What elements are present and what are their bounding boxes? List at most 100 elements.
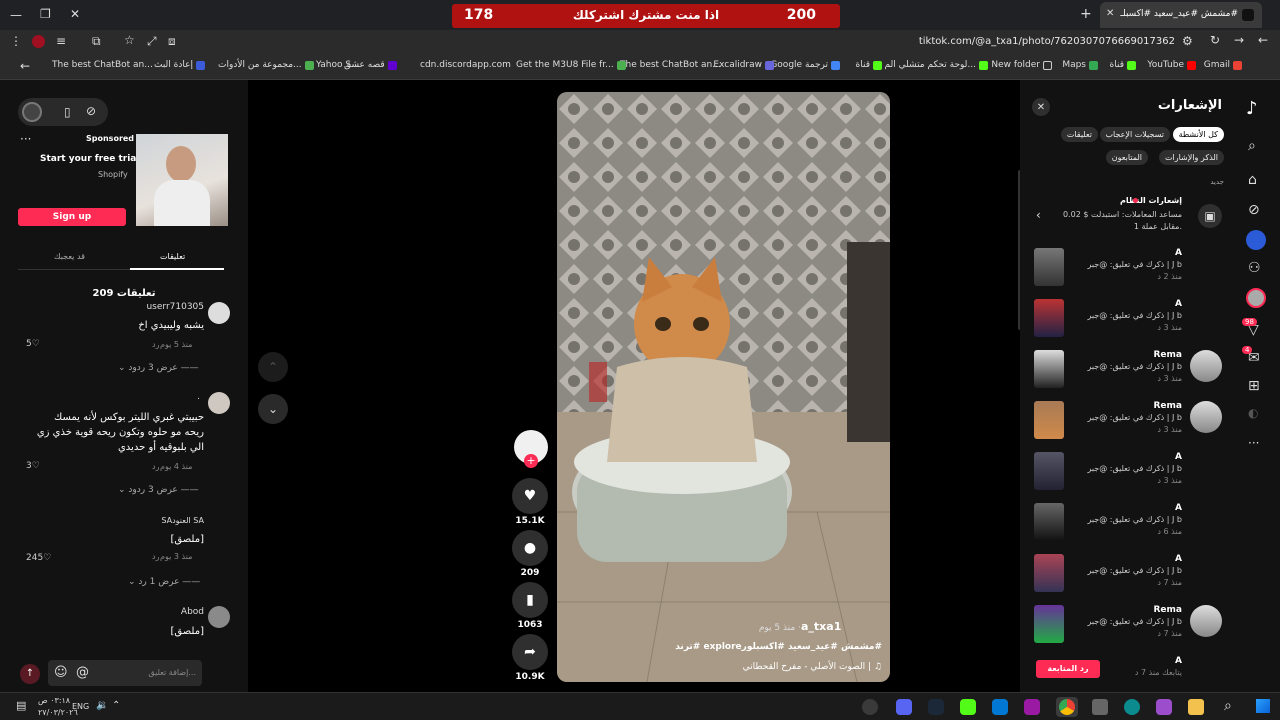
star-icon[interactable]: ☆ [124, 33, 135, 47]
start-icon[interactable] [1256, 699, 1270, 713]
restore-icon[interactable]: ❐ [40, 7, 51, 21]
chrome-taskbar-button[interactable] [1056, 697, 1078, 717]
emoji-icon[interactable]: ☺ [54, 665, 68, 680]
filter-mentions[interactable]: الذكر والإشارات [1158, 150, 1224, 165]
back-icon[interactable]: ← [1258, 33, 1268, 47]
bookmark-item[interactable]: Google ترجمة [770, 60, 840, 70]
active-tab[interactable]: ✕ #مشمش #عيد_سعيد #اكسبلـ... [1100, 2, 1262, 28]
bookmark-item[interactable]: مجموعة من الأدوات... [218, 60, 314, 70]
notification-item[interactable]: Rema ذكرك في تعليق: @جبر | J b منذ 7 د [1020, 605, 1236, 655]
commenter-avatar[interactable] [208, 392, 230, 414]
home-icon[interactable]: ⌂ [1248, 172, 1257, 188]
clock-time[interactable]: ٠٣:١٨ ص [38, 696, 70, 705]
toggle-icon[interactable] [22, 102, 42, 122]
comment-like-count[interactable]: 245♡ [26, 553, 51, 563]
notification-item[interactable]: A ذكرك في تعليق: @جبر | J b منذ 3 د [1020, 299, 1236, 349]
copilot-icon[interactable] [1156, 699, 1172, 715]
comment-button[interactable]: ● [512, 530, 548, 566]
view-replies[interactable]: ⌄ عرض 1 رد —— [128, 577, 200, 587]
explore-icon[interactable]: ⊘ [1248, 202, 1260, 218]
tiktok-logo-icon[interactable]: ♪ [1246, 98, 1258, 119]
like-button[interactable]: ♥ [512, 478, 548, 514]
mention-icon[interactable]: @ [76, 665, 89, 680]
close-notifications-icon[interactable]: ✕ [1032, 98, 1050, 116]
media-app-icon[interactable] [1024, 699, 1040, 715]
comment-like-count[interactable]: 5♡ [26, 339, 40, 349]
forward-icon[interactable]: → [1234, 33, 1244, 47]
bookmark-item[interactable]: Maps [1062, 60, 1098, 70]
volume-icon[interactable]: 🔉 [96, 700, 108, 711]
tab-you-may-like[interactable]: قد يعجبك [54, 252, 85, 261]
edge-icon[interactable] [1124, 699, 1140, 715]
notification-item[interactable]: A ذكرك في تعليق: @جبر | J b منذ 6 د [1020, 503, 1236, 553]
calculator-icon[interactable] [1092, 699, 1108, 715]
filter-followers[interactable]: المتابعون [1105, 150, 1148, 165]
bookmark-item[interactable]: Yahoo S... [316, 60, 360, 70]
follow-notification[interactable]: A يتابعك منذ 7 د رد المتابعة [1020, 656, 1236, 686]
bookmark-item[interactable]: Get the M3U8 File fr... [516, 60, 626, 70]
notification-item[interactable]: A ذكرك في تعليق: @جبر | J b منذ 7 د [1020, 554, 1236, 604]
phone-icon[interactable]: ▯ [64, 105, 71, 119]
profile-icon[interactable] [32, 35, 45, 48]
live-icon[interactable] [1246, 230, 1266, 250]
url-field[interactable]: tiktok.com/@a_txa1/photo/762030707666901… [880, 36, 1175, 47]
bookmark-item[interactable]: The best ChatBot an... [52, 60, 153, 70]
steam-icon[interactable] [928, 699, 944, 715]
discord-icon[interactable] [896, 699, 912, 715]
reply-button[interactable]: رد [152, 462, 159, 471]
friends-icon[interactable]: ⚇ [1248, 260, 1261, 276]
filter-comments[interactable]: تعليقات [1060, 127, 1098, 142]
commenter-name[interactable]: SAالعنود SA [148, 516, 204, 525]
file-explorer-icon[interactable] [1188, 699, 1204, 715]
bookmark-item[interactable]: cdn.discordapp.com [420, 60, 511, 70]
ad-more-icon[interactable]: ··· [20, 132, 31, 146]
taskbar-app-icon[interactable] [862, 699, 878, 715]
filter-likes[interactable]: تسجيلات الإعجاب [1099, 127, 1170, 142]
video-author[interactable]: a_txa1 [801, 620, 841, 633]
bookmarks-overflow-icon[interactable]: ← [20, 59, 30, 73]
language-indicator[interactable]: ENG [72, 702, 89, 711]
reply-button[interactable]: رد [152, 340, 159, 349]
extension-icon[interactable]: ≡ [56, 34, 66, 48]
share-icon[interactable]: ⧈ [168, 34, 176, 49]
screenshot-icon[interactable]: ⤢ [147, 34, 157, 49]
tray-chevron-icon[interactable]: ⌃ [112, 700, 120, 711]
bookmark-item[interactable]: قناة [1110, 60, 1136, 70]
search-icon[interactable]: ⌕ [1248, 138, 1256, 154]
kick-app-icon[interactable] [960, 699, 976, 715]
commenter-name[interactable]: userr710305 [140, 302, 204, 312]
profile-avatar-icon[interactable] [1246, 288, 1266, 308]
bookmark-item[interactable]: New folder [991, 60, 1052, 70]
compass-icon[interactable]: ⊘ [86, 104, 96, 118]
bookmark-item[interactable]: إعادة البث [154, 60, 205, 70]
video-player[interactable]: a_txa1 منذ 5 يوم · #مشمش #عيد_سعيد #اكسب… [557, 92, 890, 682]
commenter-avatar[interactable] [208, 606, 230, 628]
notification-item[interactable]: A ذكرك في تعليق: @جبر | J b منذ 2 د [1020, 248, 1236, 298]
sign-up-button[interactable]: Sign up [18, 208, 126, 226]
tab-comments[interactable]: تعليقات [160, 252, 185, 261]
taskbar-search-icon[interactable]: ⌕ [1224, 698, 1232, 714]
minimize-icon[interactable]: — [10, 8, 22, 22]
system-notification[interactable]: ▣ إشعارات النظام مساعد المعاملات: استبدل… [1020, 194, 1236, 240]
site-settings-icon[interactable]: ⚙ [1182, 34, 1193, 48]
comment-like-count[interactable]: 3♡ [26, 461, 40, 471]
commenter-avatar[interactable] [208, 302, 230, 324]
save-button[interactable]: ▮ [512, 582, 548, 618]
notification-item[interactable]: Rema ذكرك في تعليق: @جبر | J b منذ 3 د [1020, 401, 1236, 451]
notification-center-icon[interactable]: ▤ [16, 699, 26, 712]
new-tab-icon[interactable]: + [1080, 6, 1092, 22]
ad-image[interactable] [136, 134, 228, 226]
previous-video-icon[interactable]: ⌃ [258, 352, 288, 382]
puzzle-icon[interactable]: ⧉ [92, 34, 101, 49]
next-video-icon[interactable]: ⌄ [258, 394, 288, 424]
bookmark-item[interactable]: Gmail [1204, 60, 1242, 70]
share-button[interactable]: ➦ [512, 634, 548, 670]
bookmark-item[interactable]: لوحة تحكم متشلي الم... [884, 60, 988, 70]
upload-icon[interactable]: ⊞ [1248, 378, 1260, 394]
more-icon[interactable]: ··· [1248, 436, 1259, 450]
bookmark-item[interactable]: YouTube [1147, 60, 1196, 70]
follow-plus-icon[interactable]: + [524, 454, 538, 468]
commenter-name[interactable]: Abod [150, 607, 204, 617]
close-window-icon[interactable]: ✕ [70, 7, 80, 21]
reload-icon[interactable]: ↻ [1210, 33, 1220, 47]
